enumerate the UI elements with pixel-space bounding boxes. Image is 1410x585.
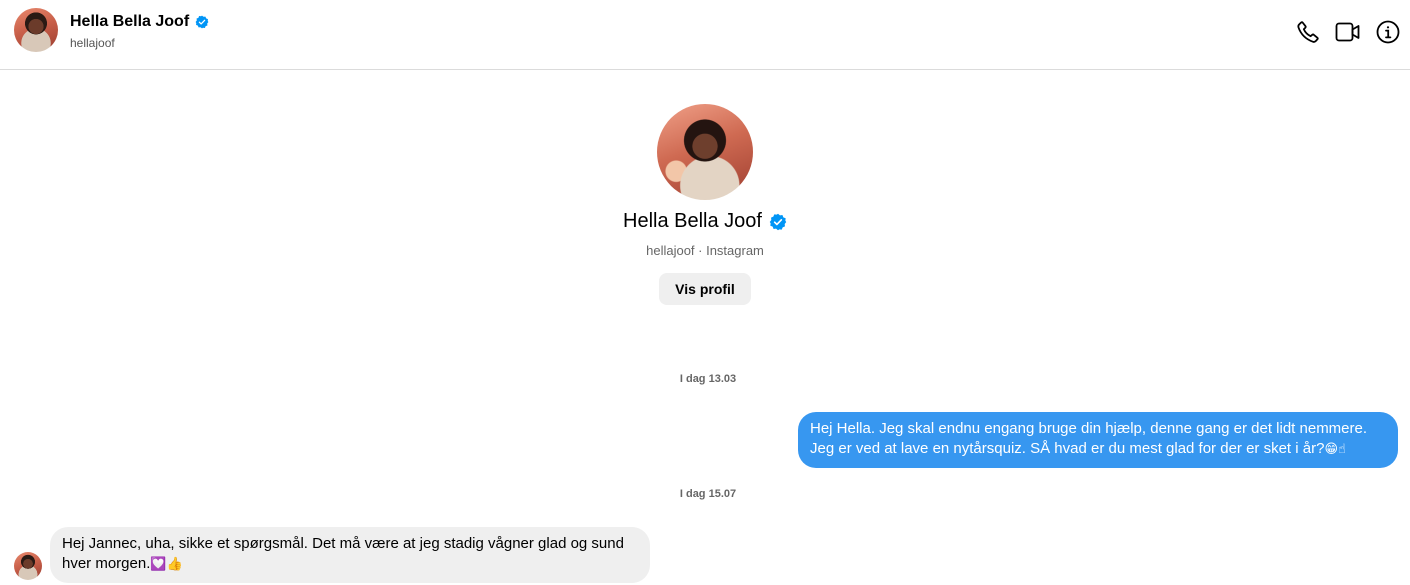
- header-actions: [1290, 18, 1410, 46]
- profile-name-row: Hella Bella Joof: [0, 210, 1410, 233]
- outgoing-message[interactable]: Hej Hella. Jeg skal endnu engang bruge d…: [798, 412, 1398, 468]
- info-icon: [1376, 20, 1400, 44]
- phone-icon: [1297, 21, 1319, 43]
- profile-card: Hella Bella Joof hellajoof · Instagram V…: [0, 104, 1410, 305]
- profile-subtitle: hellajoof · Instagram: [646, 243, 764, 258]
- verified-badge-icon: [195, 15, 209, 29]
- chat-header: Hella Bella Joof hellajoof: [0, 0, 1410, 70]
- message-emoji: 💟👍: [150, 557, 183, 572]
- conversation-info-button[interactable]: [1370, 18, 1406, 46]
- profile-avatar[interactable]: [657, 104, 753, 200]
- sender-avatar[interactable]: [14, 552, 42, 580]
- profile-name: Hella Bella Joof: [623, 210, 762, 232]
- message-text: Hej Hella. Jeg skal endnu engang bruge d…: [810, 420, 1368, 457]
- verified-badge-icon: [769, 213, 787, 230]
- date-separator: I dag 13.03: [679, 373, 737, 385]
- message-emoji: 😁☝: [1324, 442, 1346, 457]
- header-username: hellajoof: [70, 36, 115, 50]
- header-avatar[interactable]: [14, 8, 58, 52]
- header-name-row[interactable]: Hella Bella Joof: [70, 13, 209, 31]
- audio-call-button[interactable]: [1290, 18, 1326, 46]
- date-separator: I dag 15.07: [679, 488, 737, 500]
- header-name[interactable]: Hella Bella Joof: [70, 13, 189, 31]
- video-call-button[interactable]: [1330, 18, 1366, 46]
- incoming-message[interactable]: Hej Jannec, uha, sikke et spørgsmål. Det…: [50, 527, 650, 583]
- view-profile-button[interactable]: Vis profil: [659, 273, 751, 305]
- video-icon: [1335, 22, 1360, 42]
- message-text: Hej Jannec, uha, sikke et spørgsmål. Det…: [62, 535, 624, 572]
